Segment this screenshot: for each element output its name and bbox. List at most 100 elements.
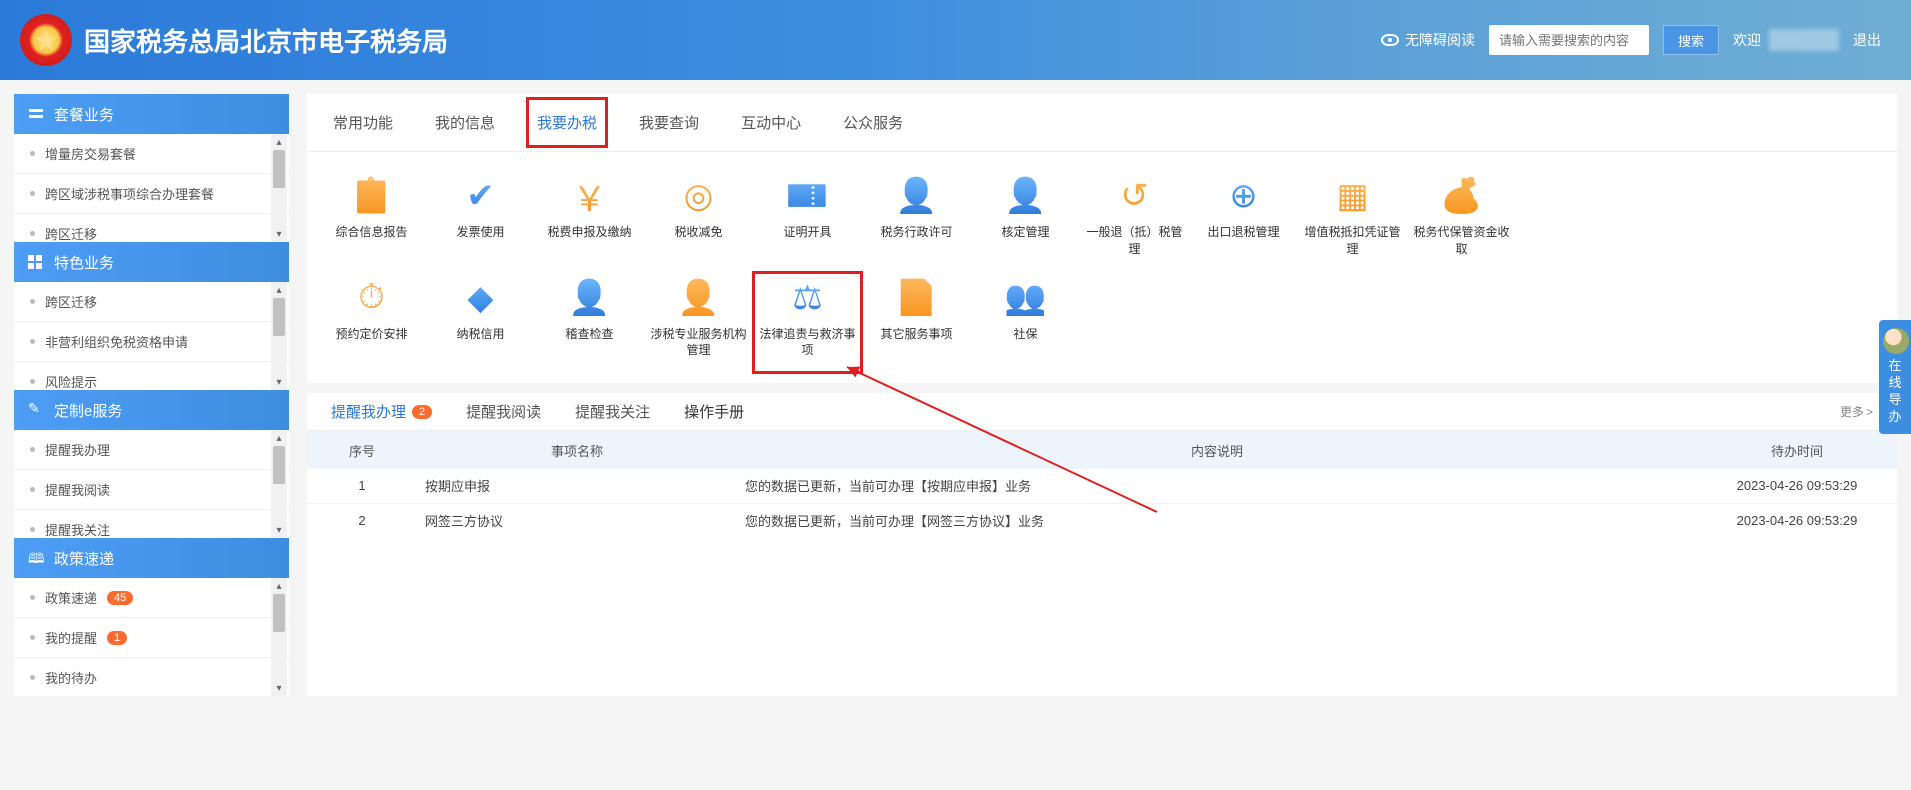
sidebar-item[interactable]: 我的待办 xyxy=(14,658,289,696)
service-item[interactable]: ↺一般退（抵）税管理 xyxy=(1080,170,1189,272)
logo-area[interactable]: ★ 国家税务总局北京市电子税务局 xyxy=(20,14,448,66)
sidebar-group-header[interactable]: 套餐业务 xyxy=(14,94,289,134)
bullet-icon xyxy=(30,635,35,640)
sidebar-group-title: 特色业务 xyxy=(54,252,114,273)
sidebar-item[interactable]: 非营利组织免税资格申请 xyxy=(14,322,289,362)
service-item[interactable]: ▦增值税抵扣凭证管理 xyxy=(1298,170,1407,272)
service-icon: ⚖ xyxy=(788,278,828,318)
sidebar-group-title: 套餐业务 xyxy=(54,104,114,125)
layers-icon xyxy=(28,107,44,121)
main-tab[interactable]: 公众服务 xyxy=(841,106,905,139)
service-item[interactable]: ⚖法律追责与救济事项 xyxy=(753,272,862,374)
reminder-table: 序号 事项名称 内容说明 待办时间 1按期应申报您的数据已更新，当前可办理【按期… xyxy=(307,431,1897,537)
assistant-avatar-icon xyxy=(1883,328,1909,354)
scroll-up-icon[interactable]: ▴ xyxy=(271,134,287,150)
sidebar-item[interactable]: 我的提醒1 xyxy=(14,618,289,658)
scrollbar-track[interactable]: ▴▾ xyxy=(271,134,287,242)
sidebar-item[interactable]: 跨区迁移 xyxy=(14,214,289,242)
sidebar-item[interactable]: 风险提示 xyxy=(14,362,289,390)
service-item[interactable]: 👤涉税专业服务机构管理 xyxy=(644,272,753,374)
accessibility-link[interactable]: 无障碍阅读 xyxy=(1381,30,1475,50)
search-button[interactable]: 搜索 xyxy=(1663,25,1719,55)
service-item[interactable]: 👤税务行政许可 xyxy=(862,170,971,272)
service-item[interactable]: 👤稽查检查 xyxy=(535,272,644,374)
scroll-up-icon[interactable]: ▴ xyxy=(271,578,287,594)
scrollbar-track[interactable]: ▴▾ xyxy=(271,282,287,390)
float-help-button[interactable]: 在线导办 xyxy=(1879,320,1911,434)
service-item[interactable]: ￥税费申报及缴纳 xyxy=(535,170,644,272)
sidebar-item[interactable]: 提醒我关注 xyxy=(14,510,289,538)
service-label: 增值税抵扣凭证管理 xyxy=(1300,224,1405,258)
scrollbar-thumb[interactable] xyxy=(273,594,285,632)
sidebar-item-label: 提醒我阅读 xyxy=(45,480,110,499)
bullet-icon xyxy=(30,447,35,452)
main-tab[interactable]: 常用功能 xyxy=(331,106,395,139)
sidebar-group-header[interactable]: 特色业务 xyxy=(14,242,289,282)
main-tab[interactable]: 我要办税 xyxy=(535,106,599,139)
service-icon: 👤 xyxy=(679,278,719,318)
scrollbar-thumb[interactable] xyxy=(273,150,285,188)
service-label: 发票使用 xyxy=(428,224,533,256)
cell-name: 网签三方协议 xyxy=(417,503,737,537)
main-tabs: 常用功能 我的信息 我要办税 我要查询 互动中心 公众服务 xyxy=(307,94,1897,152)
service-item[interactable]: ⊕出口退税管理 xyxy=(1189,170,1298,272)
main-tab[interactable]: 我要查询 xyxy=(637,106,701,139)
service-label: 其它服务事项 xyxy=(864,326,969,358)
scroll-down-icon[interactable]: ▾ xyxy=(271,522,287,538)
scrollbar-track[interactable]: ▴▾ xyxy=(271,578,287,696)
table-row[interactable]: 2网签三方协议您的数据已更新，当前可办理【网签三方协议】业务2023-04-26… xyxy=(307,503,1897,537)
service-item[interactable]: ⏱预约定价安排 xyxy=(317,272,426,374)
reminder-tab[interactable]: 提醒我办理2 xyxy=(331,401,432,422)
more-link[interactable]: 更多 > xyxy=(1840,403,1873,420)
service-label: 纳税信用 xyxy=(428,326,533,358)
scroll-up-icon[interactable]: ▴ xyxy=(271,282,287,298)
main-tab[interactable]: 互动中心 xyxy=(739,106,803,139)
service-item[interactable]: 💰税务代保管资金收取 xyxy=(1407,170,1516,272)
service-item[interactable]: ◆纳税信用 xyxy=(426,272,535,374)
service-item[interactable]: 📋综合信息报告 xyxy=(317,170,426,272)
service-item[interactable]: 🎫证明开具 xyxy=(753,170,862,272)
reminder-tab[interactable]: 提醒我关注 xyxy=(575,401,650,422)
sidebar-item-label: 政策速递 xyxy=(45,588,97,607)
service-icon: 👤 xyxy=(570,278,610,318)
sidebar-group-header[interactable]: 定制e服务 xyxy=(14,390,289,430)
service-label: 一般退（抵）税管理 xyxy=(1082,224,1187,258)
service-icon: ✔ xyxy=(461,176,501,216)
scrollbar-thumb[interactable] xyxy=(273,446,285,484)
sidebar-item[interactable]: 增量房交易套餐 xyxy=(14,134,289,174)
sidebar: 套餐业务增量房交易套餐跨区域涉税事项综合办理套餐跨区迁移▴▾特色业务跨区迁移非营… xyxy=(14,94,289,696)
sidebar-item[interactable]: 政策速递45 xyxy=(14,578,289,618)
scrollbar-thumb[interactable] xyxy=(273,298,285,336)
service-label: 证明开具 xyxy=(755,224,860,256)
scroll-down-icon[interactable]: ▾ xyxy=(271,374,287,390)
reminder-tab[interactable]: 提醒我阅读 xyxy=(466,401,541,422)
logout-link[interactable]: 退出 xyxy=(1853,30,1881,50)
bullet-icon xyxy=(30,231,35,236)
scrollbar-track[interactable]: ▴▾ xyxy=(271,430,287,538)
service-item[interactable]: 👤核定管理 xyxy=(971,170,1080,272)
bullet-icon xyxy=(30,151,35,156)
service-item[interactable]: ◎税收减免 xyxy=(644,170,753,272)
service-item[interactable]: ✔ 发票使用 xyxy=(426,170,535,272)
bullet-icon xyxy=(30,191,35,196)
sidebar-item[interactable]: 跨区域涉税事项综合办理套餐 xyxy=(14,174,289,214)
sidebar-item[interactable]: 提醒我阅读 xyxy=(14,470,289,510)
scroll-down-icon[interactable]: ▾ xyxy=(271,226,287,242)
main-tab[interactable]: 我的信息 xyxy=(433,106,497,139)
sidebar-item[interactable]: 提醒我办理 xyxy=(14,430,289,470)
cell-no: 2 xyxy=(307,503,417,537)
table-row[interactable]: 1按期应申报您的数据已更新，当前可办理【按期应申报】业务2023-04-26 0… xyxy=(307,469,1897,503)
scroll-up-icon[interactable]: ▴ xyxy=(271,430,287,446)
sidebar-group-header[interactable]: 政策速递 xyxy=(14,538,289,578)
service-item[interactable]: 📄其它服务事项 xyxy=(862,272,971,374)
count-badge: 1 xyxy=(107,631,127,645)
service-item[interactable]: 👥社保 xyxy=(971,272,1080,374)
service-label: 出口退税管理 xyxy=(1191,224,1296,256)
service-icon: 📋 xyxy=(352,176,392,216)
sidebar-item-label: 非营利组织免税资格申请 xyxy=(45,332,188,351)
sidebar-item[interactable]: 跨区迁移 xyxy=(14,282,289,322)
more-label: 更多 xyxy=(1840,403,1864,420)
scroll-down-icon[interactable]: ▾ xyxy=(271,680,287,696)
search-input[interactable] xyxy=(1489,25,1649,55)
reminder-tab[interactable]: 操作手册 xyxy=(684,401,744,422)
